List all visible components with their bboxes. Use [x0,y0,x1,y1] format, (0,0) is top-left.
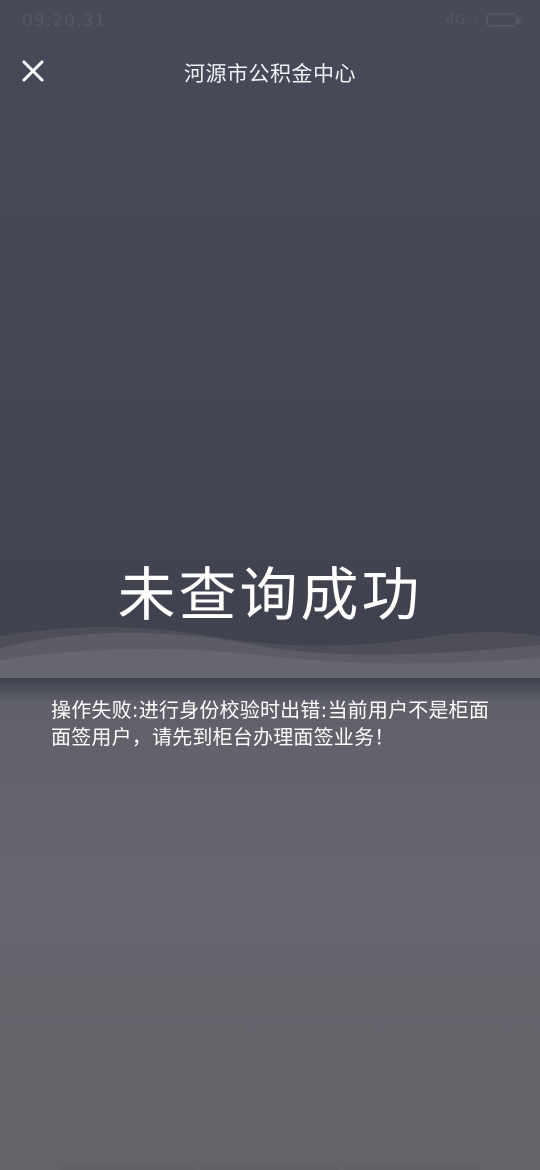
bottom-indicator-segment [342,1166,480,1170]
app-screen: 09:20:31 4G ⚡ 河源市公积金中心 未查询成功 操作失败:进行身份校验… [0,0,540,1170]
bottom-indicator-segment [60,1166,198,1170]
page-title: 河源市公积金中心 [184,62,356,86]
battery-icon [486,13,521,27]
bolt-icon: ⚡ [471,13,480,27]
status-icons: 4G ⚡ [445,12,521,28]
result-message: 操作失败:进行身份校验时出错:当前用户不是柜面面签用户，请先到柜台办理面签业务！ [51,698,490,749]
bottom-indicator-segment [201,1166,339,1170]
header: 河源市公积金中心 [0,48,540,96]
signal-text: 4G [445,12,466,28]
status-bar: 09:20:31 4G ⚡ [0,0,540,40]
bottom-indicator [0,1166,540,1170]
status-time: 09:20:31 [22,11,107,31]
wave-decoration [0,627,540,678]
